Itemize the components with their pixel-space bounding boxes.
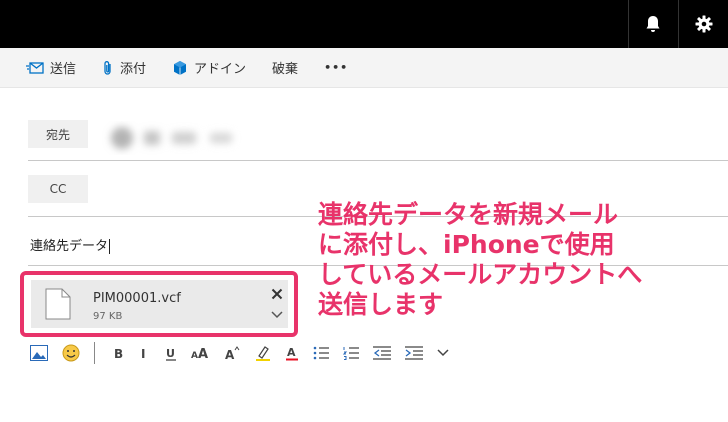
chevron-down-icon[interactable] [271, 311, 283, 319]
annotation-line-1: 連絡先データを新規メール [318, 200, 619, 229]
svg-text:A: A [287, 346, 296, 359]
svg-text:B: B [114, 347, 123, 360]
attachment-card[interactable]: PIM00001.vcf 97 KB [31, 280, 288, 328]
bold-button[interactable]: B [113, 346, 125, 360]
attach-label: 添付 [120, 62, 147, 77]
cc-label: CC [49, 182, 67, 196]
bullets-button[interactable] [313, 346, 329, 360]
italic-icon: I [141, 347, 145, 360]
font-size-button[interactable]: AA [191, 346, 211, 360]
annotation-line-3: しているメールアカウントへ [318, 260, 643, 289]
to-field-row: 宛先 [28, 115, 728, 161]
more-options-icon: ••• [324, 61, 349, 74]
font-color-icon: A [286, 346, 298, 361]
highlighter-icon [256, 346, 270, 361]
decrease-indent-button[interactable] [373, 346, 391, 360]
to-label: 宛先 [45, 127, 70, 142]
svg-text:U: U [166, 347, 175, 360]
file-icon [45, 288, 71, 320]
discard-label: 破棄 [272, 62, 299, 77]
text-cursor [109, 239, 111, 254]
attach-button[interactable]: 添付 [102, 48, 146, 88]
to-button[interactable]: 宛先 [28, 120, 88, 148]
chevron-down-icon [437, 349, 449, 357]
more-formatting-button[interactable] [437, 349, 449, 357]
highlight-button[interactable] [255, 345, 271, 361]
paperclip-icon [104, 60, 111, 75]
settings-button[interactable] [678, 0, 728, 48]
numbering-button[interactable] [343, 346, 359, 360]
addin-label: アドイン [194, 62, 247, 77]
font-size-icon: AA [191, 347, 208, 360]
underline-icon: U [166, 347, 176, 361]
font-color-button[interactable]: A [285, 345, 299, 361]
smiley-icon [62, 344, 80, 362]
numbered-list-icon [343, 347, 359, 360]
subject-text: 連絡先データ [30, 239, 109, 254]
svg-text:A: A [225, 348, 235, 360]
send-label: 送信 [50, 62, 77, 77]
gear-icon [695, 15, 712, 33]
send-mail-icon [26, 61, 44, 74]
bullet-list-icon [313, 346, 329, 360]
indent-icon [405, 346, 423, 360]
grow-font-button[interactable]: A [225, 346, 241, 360]
annotation-line-2: に添付し、iPhoneで使用 [318, 230, 615, 259]
grow-font-icon: A [225, 346, 240, 360]
addin-button[interactable]: アドイン [172, 48, 246, 88]
svg-text:I: I [141, 347, 145, 360]
send-button[interactable]: 送信 [26, 48, 76, 88]
addin-cube-icon [174, 60, 187, 75]
svg-text:A: A [198, 347, 208, 360]
blurred-recipient[interactable] [100, 121, 280, 155]
svg-text:A: A [191, 351, 198, 360]
notifications-button[interactable] [628, 0, 676, 48]
bold-icon: B [114, 347, 123, 360]
cc-button[interactable]: CC [28, 175, 88, 203]
subject-input[interactable]: 連絡先データ [30, 235, 111, 254]
discard-button[interactable]: 破棄 [272, 48, 298, 88]
formatting-toolbar: B I U AA A A [30, 342, 463, 364]
top-bar [0, 0, 728, 48]
insert-picture-button[interactable] [30, 345, 48, 361]
italic-button[interactable]: I [139, 346, 151, 360]
attachment-highlight: PIM00001.vcf 97 KB [20, 271, 298, 337]
bell-icon [646, 16, 659, 32]
more-options-button[interactable]: ••• [324, 48, 348, 88]
emoji-button[interactable] [62, 344, 80, 362]
toolbar-separator [94, 342, 95, 364]
attachment-file-size: 97 KB [93, 311, 123, 322]
outdent-icon [373, 346, 391, 360]
increase-indent-button[interactable] [405, 346, 423, 360]
annotation-callout: 連絡先データを新規メール に添付し、iPhoneで使用 しているメールアカウント… [318, 200, 718, 320]
attachment-file-name: PIM00001.vcf [93, 291, 181, 306]
underline-button[interactable]: U [165, 346, 177, 361]
command-toolbar: 送信 添付 アドイン 破棄 ••• [0, 48, 728, 88]
picture-icon [30, 345, 48, 361]
remove-attachment-icon[interactable] [271, 288, 283, 300]
annotation-line-4: 送信します [318, 290, 444, 319]
